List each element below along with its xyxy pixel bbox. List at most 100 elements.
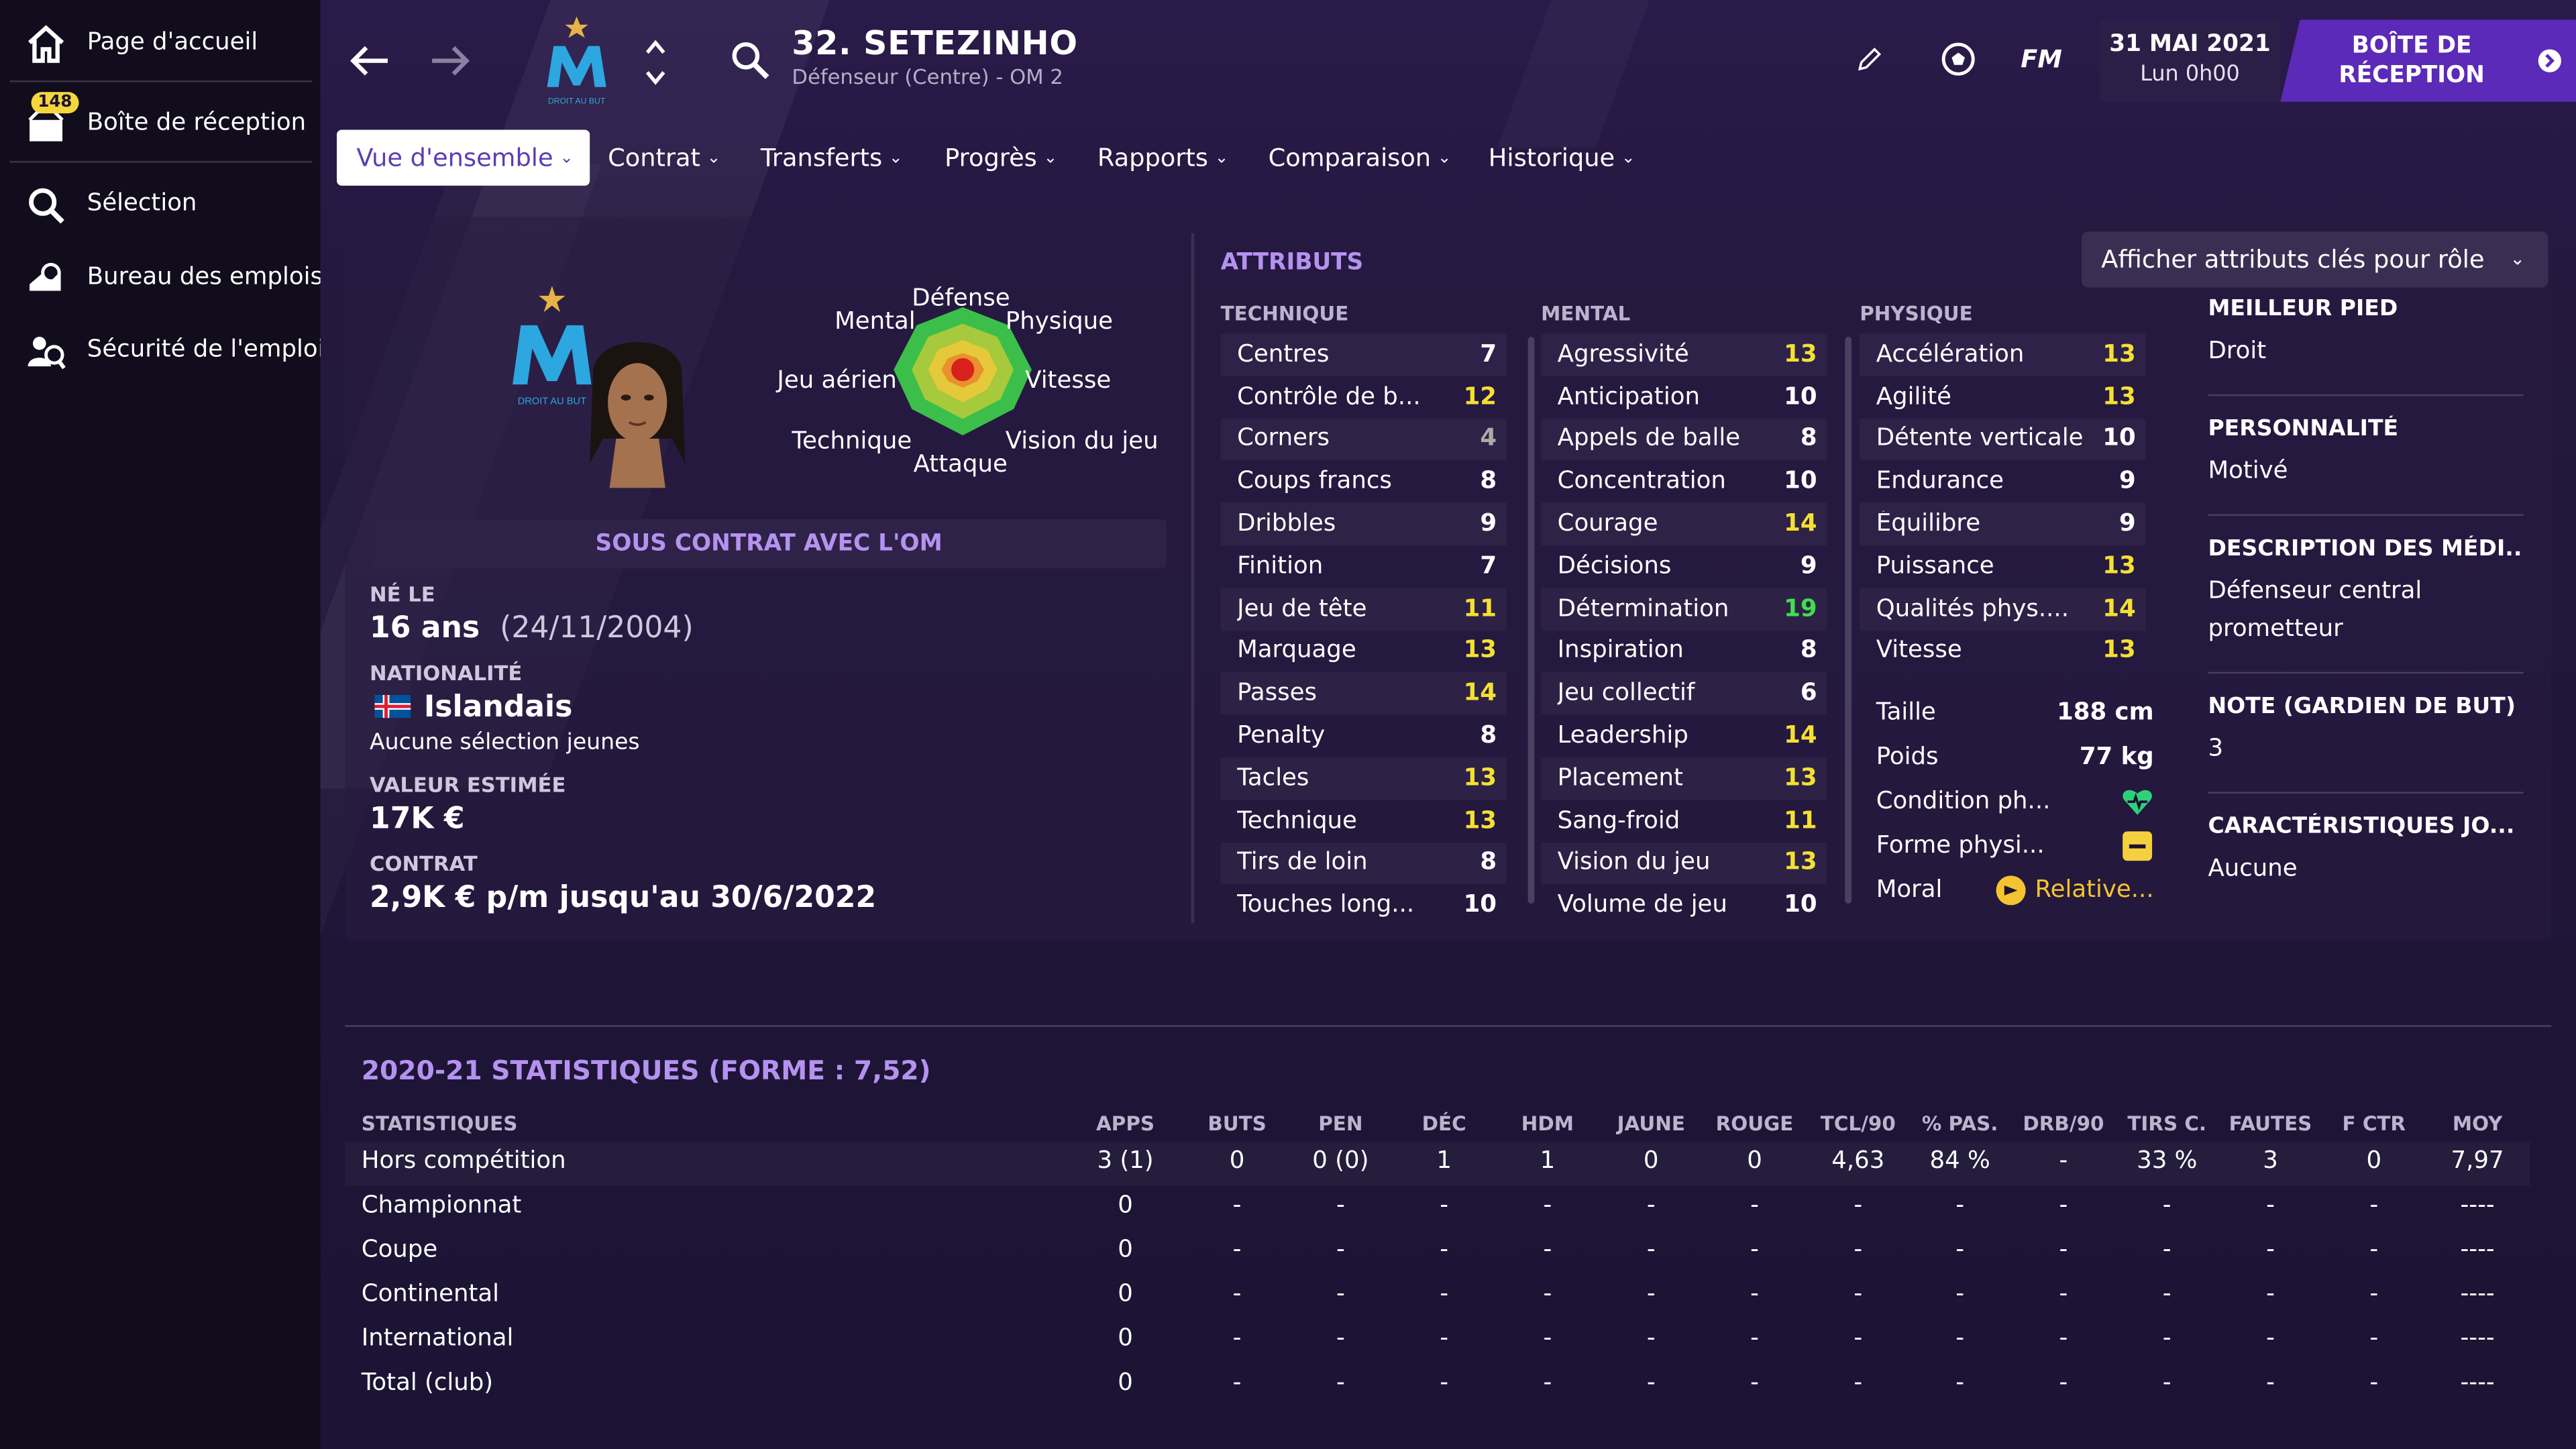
tab-contract[interactable]: Contrat ⌄ — [608, 129, 720, 185]
attribute-row[interactable]: Anticipation 10 — [1541, 376, 1827, 418]
table-row[interactable]: Continental 0- - - - - - - - - - - - ---- — [345, 1275, 2530, 1319]
chevron-down-icon: ⌄ — [559, 148, 574, 167]
sidebar-item-job-security[interactable]: Sécurité de l'emploi — [0, 314, 324, 386]
game-date[interactable]: 31 MAI 2021 Lun 0h00 — [2099, 19, 2281, 102]
attribute-row[interactable]: Dribbles 9 — [1220, 502, 1507, 546]
table-row[interactable]: Coupe 0- - - - - - - - - - - - ---- — [345, 1230, 2530, 1275]
column-header[interactable]: HDM — [1498, 1112, 1597, 1135]
attribute-name: Leadership — [1557, 722, 1688, 749]
column-header[interactable]: DÉC — [1395, 1112, 1493, 1135]
attribute-row[interactable]: Qualités phys.... 14 — [1860, 588, 2146, 631]
table-row[interactable]: International 0- - - - - - - - - - - - ---- — [345, 1320, 2530, 1364]
club-crest-icon[interactable]: DROIT AU BUT — [537, 13, 616, 109]
attribute-row[interactable]: Leadership 14 — [1541, 715, 1827, 757]
table-row[interactable]: Total (club) 0- - - - - - - - - - - - ---- — [345, 1364, 2530, 1408]
column-header[interactable]: JAUNE — [1602, 1112, 1701, 1135]
column-header[interactable]: TIRS C. — [2118, 1112, 2216, 1135]
radar-label-technique: Technique — [792, 429, 912, 455]
tab-comparison[interactable]: Comparaison ⌄ — [1269, 129, 1452, 185]
attribute-row[interactable]: Penalty 8 — [1221, 715, 1507, 757]
forward-arrow-icon[interactable] — [425, 36, 474, 85]
sidebar-item-job-centre[interactable]: Bureau des emplois — [0, 241, 323, 314]
column-header[interactable]: TCL/90 — [1809, 1112, 1907, 1135]
attribute-row[interactable]: Décisions 9 — [1541, 545, 1827, 588]
attribute-name: Corners — [1237, 426, 1330, 453]
attribute-row[interactable]: Marquage 13 — [1221, 630, 1507, 672]
search-icon[interactable] — [729, 40, 772, 83]
attribute-row[interactable]: Tacles 13 — [1220, 757, 1507, 800]
attribute-row[interactable]: Accélération 13 — [1860, 333, 2146, 376]
sidebar-item-selection[interactable]: Sélection — [0, 168, 321, 240]
column-header[interactable]: MOY — [2428, 1112, 2527, 1135]
column-header[interactable]: BUTS — [1188, 1112, 1287, 1135]
attribute-row[interactable]: Corners 4 — [1220, 418, 1507, 461]
attribute-row[interactable]: Finition 7 — [1221, 545, 1507, 588]
player-switch-chevrons-icon[interactable] — [644, 33, 667, 92]
attribute-name: Touches long... — [1237, 892, 1415, 919]
continue-inbox-button[interactable]: BOÎTE DE RÉCEPTION — [2280, 19, 2576, 102]
attribute-name: Penalty — [1237, 722, 1326, 749]
column-header[interactable]: FAUTES — [2221, 1112, 2320, 1135]
column-header[interactable]: PEN — [1291, 1112, 1390, 1135]
attribute-row[interactable]: Équilibre 9 — [1860, 502, 2146, 546]
attribute-name: Agilité — [1876, 384, 1951, 411]
attribute-row[interactable]: Agressivité 13 — [1541, 333, 1827, 376]
key-attributes-role-dropdown[interactable]: Afficher attributs clés pour rôle ⌄ — [2081, 231, 2548, 288]
attribute-row[interactable]: Placement 13 — [1541, 757, 1827, 800]
attribute-row[interactable]: Détermination 19 — [1541, 588, 1827, 631]
attribute-row[interactable]: Touches long... 10 — [1221, 884, 1507, 926]
table-row[interactable]: Hors compétition 3 (1) 0 0 (0) 1 1 0 0 4,63 84 % -… — [345, 1142, 2530, 1186]
back-arrow-icon[interactable] — [345, 36, 394, 85]
attribute-row[interactable]: Contrôle de b... 12 — [1221, 376, 1507, 418]
ball-icon[interactable] — [1939, 40, 1978, 79]
fm-logo[interactable]: FM — [2021, 44, 2062, 74]
column-header[interactable]: F CTR — [2324, 1112, 2423, 1135]
scrollbar[interactable] — [1845, 337, 1852, 904]
column-header[interactable]: ROUGE — [1705, 1112, 1804, 1135]
column-header[interactable]: APPS — [1076, 1112, 1175, 1135]
attribute-row[interactable]: Sang-froid 11 — [1541, 800, 1827, 842]
tab-progress[interactable]: Progrès ⌄ — [945, 129, 1057, 185]
form-status-icon[interactable] — [2123, 830, 2153, 861]
column-header[interactable]: DRB/90 — [2014, 1112, 2112, 1135]
attribute-row[interactable]: Tirs de loin 8 — [1220, 842, 1507, 885]
pencil-icon[interactable] — [1856, 46, 1882, 72]
attribute-row[interactable]: Inspiration 8 — [1541, 630, 1827, 672]
player-name: 32. SETEZINHO — [792, 23, 1078, 63]
attribute-row[interactable]: Jeu collectif 6 — [1541, 672, 1827, 715]
scrollbar[interactable] — [1527, 337, 1535, 904]
tab-transfers[interactable]: Transferts ⌄ — [761, 129, 903, 185]
attribute-row[interactable]: Jeu de tête 11 — [1220, 588, 1507, 631]
attribute-row[interactable]: Technique 13 — [1221, 800, 1507, 842]
table-cell: - — [1440, 1281, 1449, 1308]
tab-history[interactable]: Historique ⌄ — [1489, 129, 1635, 185]
attribute-row[interactable]: Détente verticale 10 — [1860, 418, 2146, 461]
table-row[interactable]: Championnat 0- - - - - - - - - - - - ---- — [345, 1186, 2530, 1230]
tab-overview[interactable]: Vue d'ensemble ⌄ — [337, 129, 590, 186]
attribute-row[interactable]: Courage 14 — [1541, 502, 1827, 546]
attribute-row[interactable]: Passes 14 — [1220, 672, 1507, 715]
attribute-row[interactable]: Centres 7 — [1220, 333, 1507, 376]
attribute-row[interactable]: Volume de jeu 10 — [1541, 884, 1827, 926]
tab-reports[interactable]: Rapports ⌄ — [1097, 129, 1228, 185]
attribute-row[interactable]: Coups francs 8 — [1221, 461, 1507, 503]
attribute-row[interactable]: Appels de balle 8 — [1541, 418, 1827, 461]
column-header[interactable]: % PAS. — [1911, 1112, 2009, 1135]
column-header[interactable]: STATISTIQUES — [362, 1112, 518, 1135]
heart-icon[interactable] — [2121, 784, 2154, 817]
main-content: DROIT AU BUT 32. SETEZINHO Défenseur (Ce… — [320, 0, 2576, 1449]
nationality[interactable]: Islandais — [424, 690, 573, 724]
sidebar-item-home[interactable]: Page d'accueil — [0, 7, 321, 79]
attribute-row[interactable]: Agilité 13 — [1860, 376, 2145, 418]
sidebar-item-label: Bureau des emplois — [87, 264, 323, 291]
attribute-value: 10 — [1784, 892, 1817, 919]
sidebar: Page d'accueil Boîte de réception 148 Sé… — [0, 0, 324, 1449]
attribute-row[interactable]: Puissance 13 — [1860, 545, 2145, 588]
dropdown-label: Afficher attributs clés pour rôle — [2101, 244, 2485, 274]
attribute-row[interactable]: Endurance 9 — [1860, 461, 2145, 503]
attribute-row[interactable]: Concentration 10 — [1541, 461, 1827, 503]
attribute-row[interactable]: Vision du jeu 13 — [1541, 842, 1827, 885]
morale-value[interactable]: Relative... — [2035, 877, 2164, 903]
table-cell: - — [1854, 1370, 1863, 1397]
attribute-row[interactable]: Vitesse 13 — [1860, 630, 2145, 672]
